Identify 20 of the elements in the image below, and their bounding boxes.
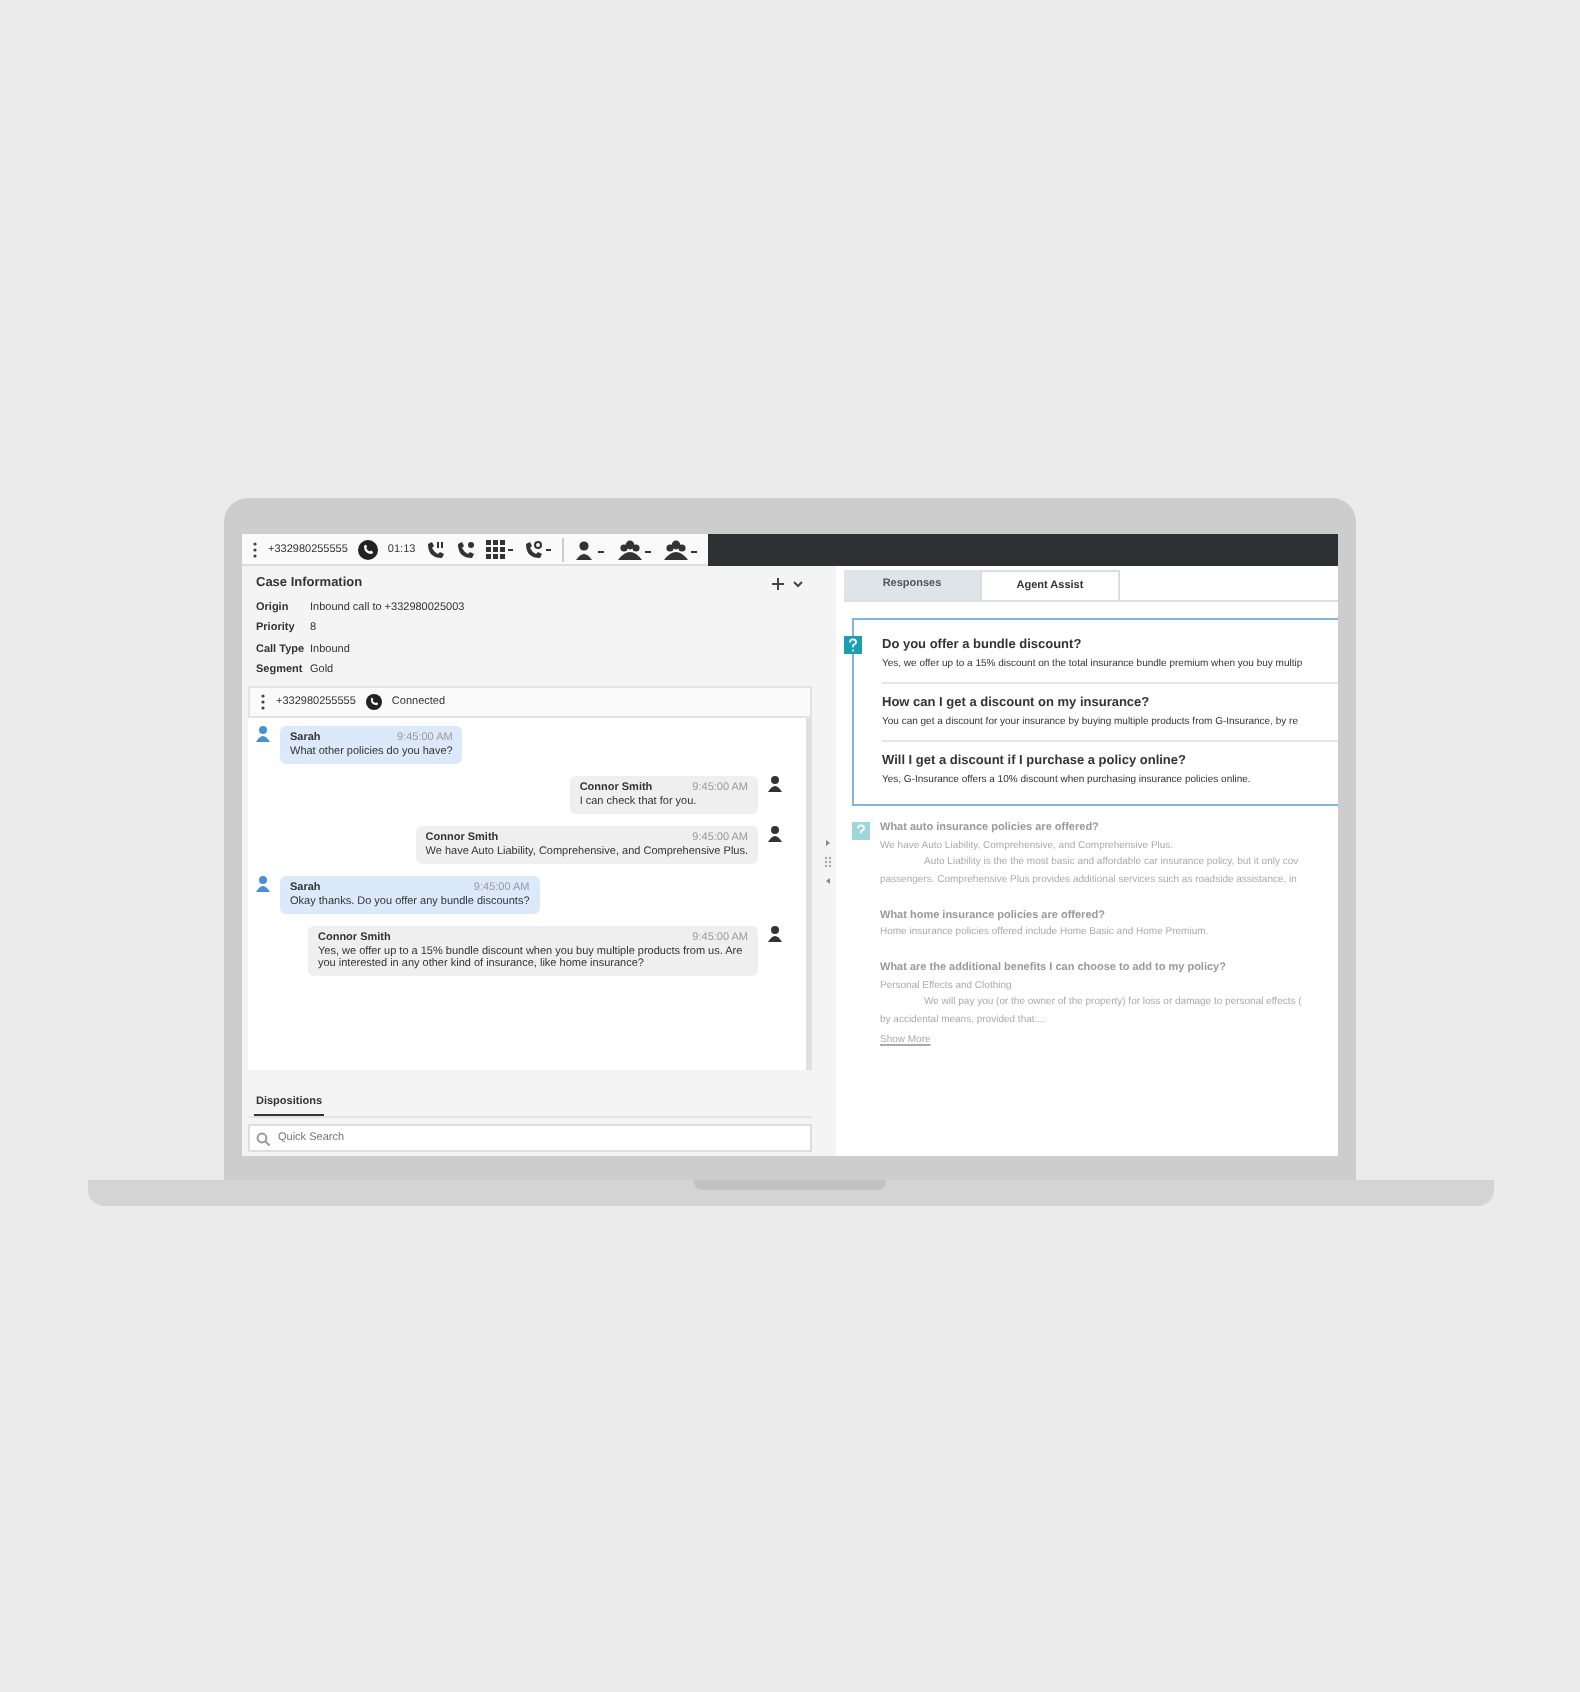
- person-icon: [768, 776, 782, 792]
- phone-icon[interactable]: [455, 539, 476, 559]
- person-icon: [256, 876, 270, 892]
- splitter-handle-icon[interactable]: [823, 839, 831, 883]
- person-icon: [768, 826, 782, 842]
- person-icon: [768, 926, 782, 942]
- phone-icon[interactable]: [523, 539, 552, 559]
- person-icon: [256, 726, 270, 742]
- person-icon[interactable]: [573, 539, 606, 559]
- question-icon: [844, 636, 862, 654]
- phone-icon: [365, 694, 382, 710]
- more-icon[interactable]: [252, 541, 258, 557]
- people-icon[interactable]: [615, 539, 652, 559]
- question-icon: [852, 822, 870, 840]
- more-icon[interactable]: [260, 694, 266, 710]
- hold-call-icon[interactable]: [425, 539, 446, 559]
- people-icon[interactable]: [661, 539, 698, 559]
- keypad-icon[interactable]: [485, 539, 514, 559]
- phone-icon: [357, 539, 378, 559]
- add-collapse-icon[interactable]: [772, 577, 804, 589]
